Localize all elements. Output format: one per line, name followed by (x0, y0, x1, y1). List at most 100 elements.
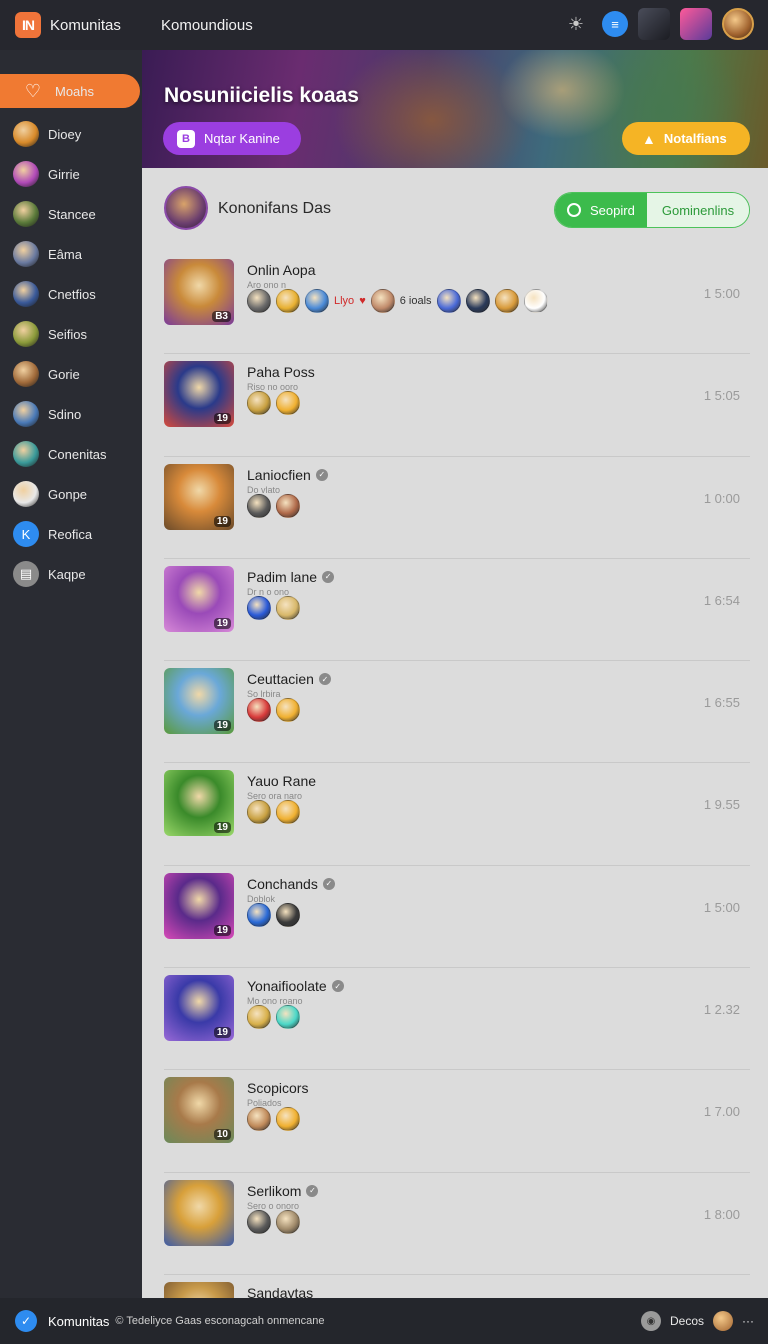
user-avatar-small[interactable] (713, 1311, 733, 1331)
member-avatar-icon[interactable] (247, 1209, 271, 1234)
bottom-right-label[interactable]: Decos (670, 1314, 704, 1328)
sidebar-item-9[interactable]: Conenitas (13, 434, 142, 474)
game-thumbnail[interactable]: 19 (164, 463, 234, 530)
community-avatar[interactable] (164, 186, 208, 230)
list-item[interactable]: 19 Laniocfien ✓ Do vlato 1 0:00 (164, 457, 750, 559)
sidebar-item-10[interactable]: Gonpe (13, 474, 142, 514)
member-avatar-icon[interactable] (436, 289, 461, 313)
row-title-text: Conchands (247, 875, 318, 892)
list-item[interactable]: B3 Onlin Aopa Aro ono n Llyo ♥ 6 ioals 1 5:00 (164, 252, 750, 355)
toggle-option-off[interactable]: Gominenlins (647, 193, 749, 227)
member-chips: Llyo ♥ 6 ioals (247, 289, 548, 313)
game-thumbnail[interactable]: B3 (164, 259, 234, 325)
character-avatar-icon[interactable] (638, 8, 670, 40)
more-icon[interactable]: ··· (742, 1314, 754, 1328)
list-item[interactable]: 19 Padim lane ✓ Dr n o ono 1 6:54 (164, 559, 750, 662)
banner-right-button[interactable]: ▲ Notalfians (622, 122, 750, 155)
list-item[interactable]: 19 Ceuttacien ✓ So lrbira 1 6:55 (164, 661, 750, 764)
member-avatar-icon[interactable] (276, 1005, 300, 1030)
game-thumbnail[interactable]: 19 (164, 975, 234, 1042)
row-title-text: Padim lane (247, 568, 318, 585)
list-item[interactable]: 19 Conchands ✓ Doblok 1 5:00 (164, 866, 750, 969)
sidebar-item-7[interactable]: Gorie (13, 354, 142, 394)
user-avatar[interactable] (722, 8, 754, 40)
member-avatar-icon[interactable] (247, 1005, 271, 1030)
member-avatar-icon[interactable] (247, 1107, 271, 1132)
check-badge-icon[interactable]: ✓ (15, 1310, 37, 1332)
member-avatar-icon[interactable] (276, 1107, 300, 1132)
game-thumbnail[interactable]: 19 (164, 872, 234, 939)
sidebar-item-12[interactable]: ▤ Kaqpe (13, 554, 142, 594)
sidebar-item-1[interactable]: Dioey (13, 114, 142, 154)
game-thumbnail[interactable]: 19 (164, 361, 234, 428)
row-title[interactable]: Onlin Aopa (247, 262, 316, 278)
member-avatar-icon[interactable] (247, 289, 271, 313)
game-thumbnail[interactable]: 19 (164, 770, 234, 837)
member-avatar-icon[interactable] (247, 493, 271, 518)
member-avatar-icon[interactable] (494, 289, 519, 313)
sidebar-item-0[interactable]: ♡ Moahs (0, 74, 140, 108)
chip-label: Llyo (334, 295, 355, 307)
member-avatar-icon[interactable] (276, 493, 300, 518)
game-thumbnail[interactable]: 19 (164, 565, 234, 632)
member-avatar-icon[interactable] (247, 800, 271, 825)
member-avatar-icon[interactable] (305, 289, 329, 313)
sidebar-item-8[interactable]: Sdino (13, 394, 142, 434)
sidebar-item-11[interactable]: K Reofica (13, 514, 142, 554)
game-thumbnail[interactable] (164, 1179, 234, 1246)
character-icon (13, 441, 39, 467)
member-avatar-icon[interactable] (276, 391, 300, 416)
game-thumbnail[interactable]: 19 (164, 668, 234, 735)
sidebar-item-3[interactable]: Stancee (13, 194, 142, 234)
member-avatar-icon[interactable] (370, 289, 395, 313)
sidebar-item-2[interactable]: Girrie (13, 154, 142, 194)
row-title[interactable]: Serlikom ✓ (247, 1183, 319, 1199)
banner-left-button[interactable]: B Nqtar Kanine (163, 122, 301, 155)
sidebar-item-6[interactable]: Seifios (13, 314, 142, 354)
sidebar-item-5[interactable]: Cnetfios (13, 274, 142, 314)
member-avatar-icon[interactable] (276, 1209, 300, 1234)
member-avatar-icon[interactable] (276, 902, 300, 927)
rocket-icon[interactable] (680, 8, 712, 40)
list-item[interactable]: 19 Yonaifioolate ✓ Mo ono roano 1 2.32 (164, 968, 750, 1071)
member-avatar-icon[interactable] (276, 698, 300, 723)
game-thumbnail[interactable] (164, 1281, 234, 1298)
list-item[interactable]: Sandaytas (164, 1275, 750, 1298)
game-thumbnail[interactable]: 10 (164, 1077, 234, 1144)
row-title[interactable]: Yauo Rane (247, 773, 316, 789)
list-item[interactable]: Serlikom ✓ Sero o onoro 1 8:00 (164, 1173, 750, 1275)
app-name[interactable]: Komunitas (50, 17, 121, 34)
row-title[interactable]: Paha Poss (247, 364, 315, 380)
game-icon[interactable]: ◉ (640, 1311, 661, 1331)
toggle-option-on[interactable]: Seopird (555, 193, 647, 227)
sidebar-item-label: Reofica (48, 526, 93, 542)
row-title[interactable]: Ceuttacien ✓ (247, 671, 331, 687)
member-avatar-icon[interactable] (276, 800, 300, 825)
member-avatar-icon[interactable] (276, 595, 300, 620)
row-title[interactable]: Conchands ✓ (247, 876, 335, 892)
list-item[interactable]: 19 Paha Poss Riso no ooro 1 5:05 (164, 354, 750, 457)
sidebar-item-4[interactable]: Eâma (13, 234, 142, 274)
member-avatar-icon[interactable] (247, 391, 271, 416)
app-logo[interactable]: IN (15, 12, 41, 38)
member-avatar-icon[interactable] (247, 698, 271, 723)
row-title[interactable]: Scopicors (247, 1080, 308, 1096)
member-avatar-icon[interactable] (247, 595, 271, 620)
row-title[interactable]: Sandaytas (247, 1285, 313, 1298)
row-title-text: Sandaytas (247, 1284, 314, 1298)
message-icon[interactable]: ≡ (602, 11, 628, 37)
main-header: Kononifans Das Seopird Gominenlins (142, 168, 768, 252)
character-icon (13, 361, 39, 387)
hero-banner: Nosuniicielis koaas B Nqtar Kanine ▲ Not… (142, 50, 768, 168)
member-avatar-icon[interactable] (523, 289, 548, 313)
list-item[interactable]: 10 Scopicors Poliados 1 7.00 (164, 1070, 750, 1173)
row-title[interactable]: Laniocfien ✓ (247, 467, 328, 483)
member-avatar-icon[interactable] (465, 289, 490, 313)
bottom-app-name[interactable]: Komunitas (48, 1314, 109, 1329)
list-item[interactable]: 19 Yauo Rane Sero ora naro 1 9.55 (164, 763, 750, 866)
row-title[interactable]: Yonaifioolate ✓ (247, 978, 344, 994)
row-title[interactable]: Padim lane ✓ (247, 568, 335, 585)
member-avatar-icon[interactable] (247, 902, 271, 927)
member-avatar-icon[interactable] (276, 289, 300, 313)
brightness-icon[interactable]: ☀ (560, 8, 592, 40)
